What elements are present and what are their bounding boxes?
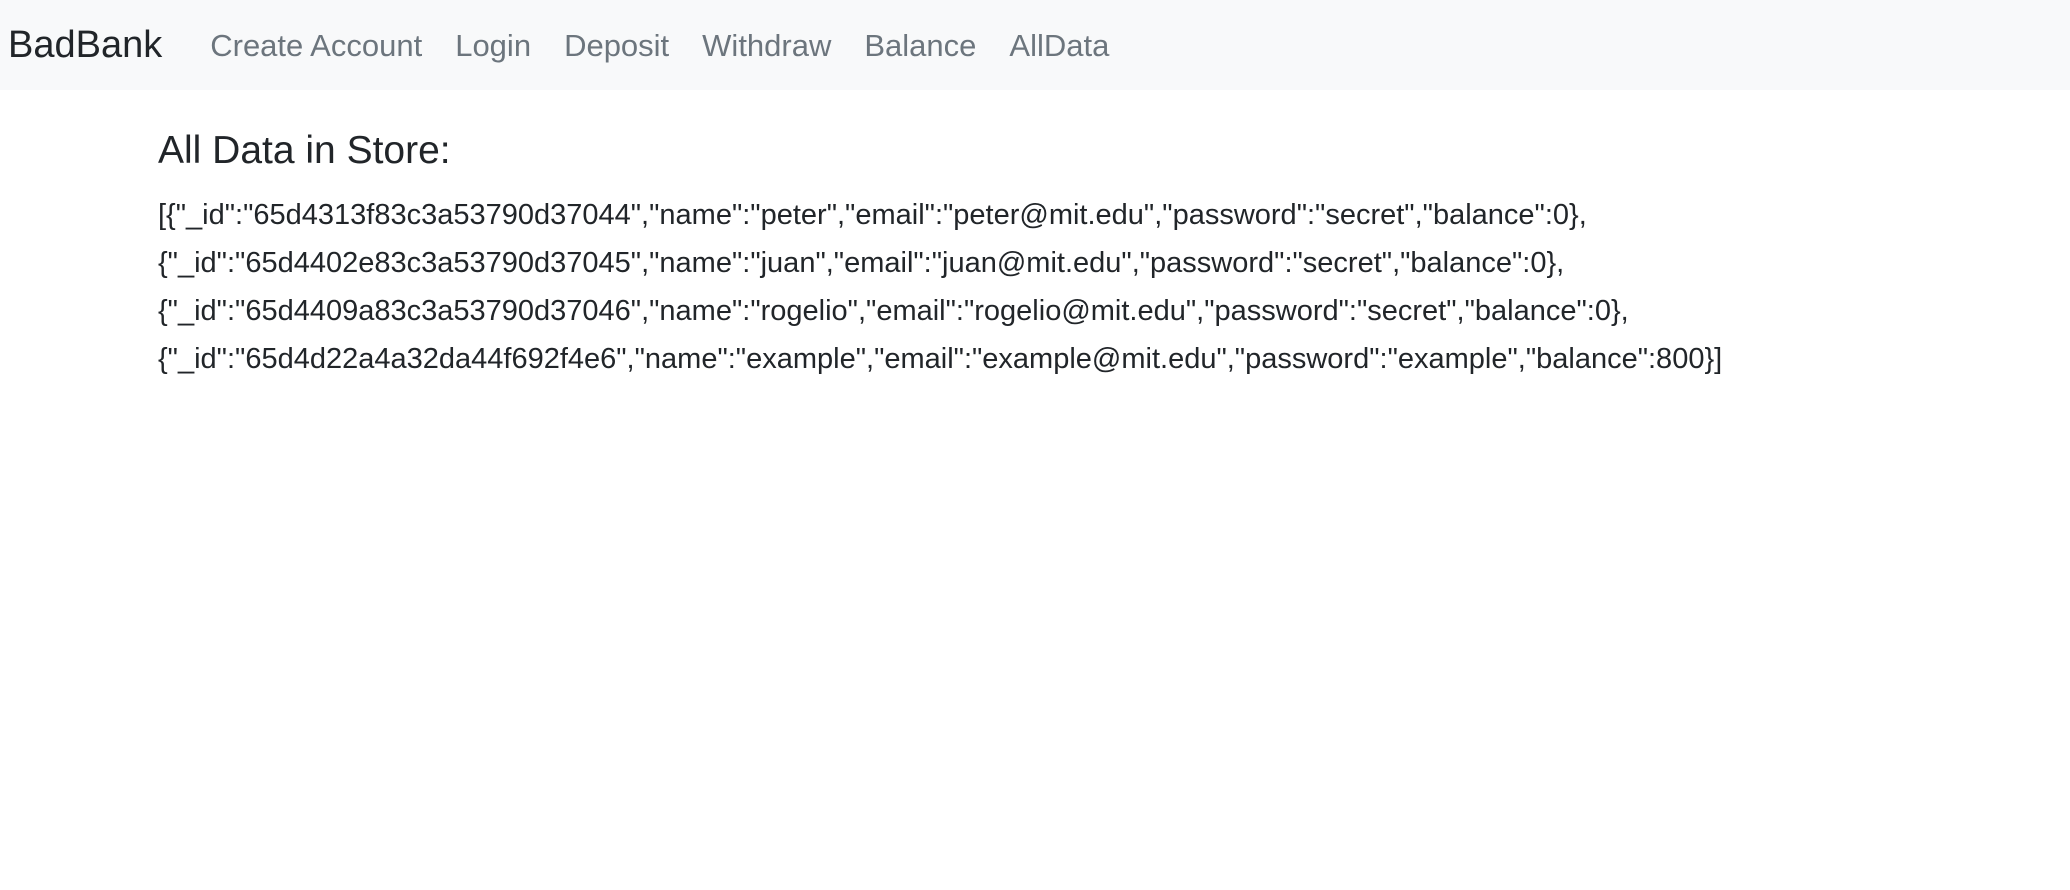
nav-links: Create Account Login Deposit Withdraw Ba…: [210, 30, 1109, 61]
nav-link-deposit[interactable]: Deposit: [564, 30, 669, 61]
nav-link-withdraw[interactable]: Withdraw: [702, 30, 831, 61]
data-line: [{"_id":"65d4313f83c3a53790d37044","name…: [158, 198, 1587, 231]
brand-link[interactable]: BadBank: [8, 26, 162, 64]
data-line: {"_id":"65d4d22a4a32da44f692f4e6","name"…: [158, 342, 1723, 375]
data-dump: [{"_id":"65d4313f83c3a53790d37044","name…: [158, 191, 2070, 383]
nav-link-create-account[interactable]: Create Account: [210, 30, 422, 61]
page-title: All Data in Store:: [158, 129, 451, 172]
nav-link-alldata[interactable]: AllData: [1009, 30, 1109, 61]
nav-link-balance[interactable]: Balance: [864, 30, 976, 61]
nav-link-login[interactable]: Login: [455, 30, 531, 61]
main-content: All Data in Store: [{"_id":"65d4313f83c3…: [0, 90, 2070, 383]
data-line: {"_id":"65d4409a83c3a53790d37046","name"…: [158, 294, 1629, 327]
navbar: BadBank Create Account Login Deposit Wit…: [0, 0, 2070, 90]
data-line: {"_id":"65d4402e83c3a53790d37045","name"…: [158, 246, 1565, 279]
